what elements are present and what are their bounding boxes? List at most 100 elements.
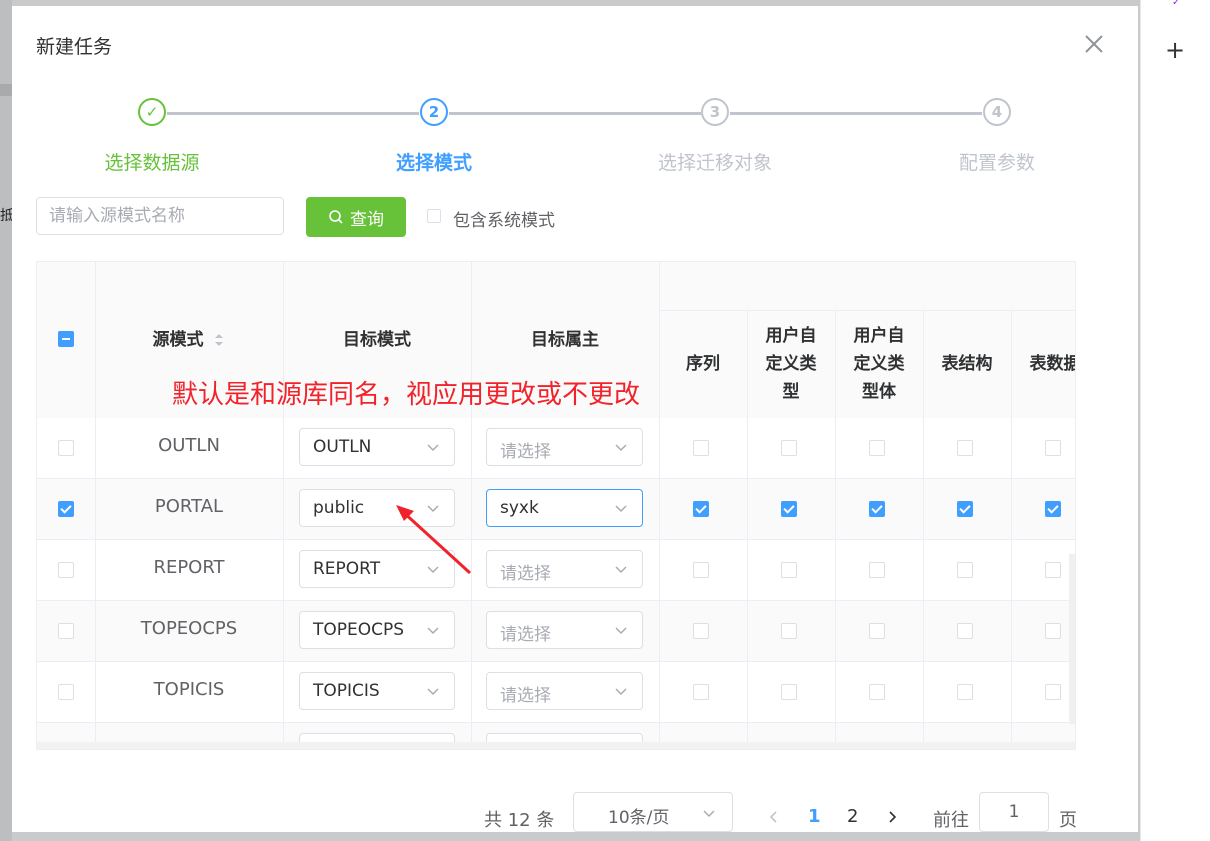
target-schema-value: OUTLN: [313, 437, 372, 457]
row-select-checkbox[interactable]: [58, 501, 74, 517]
query-button[interactable]: 查询: [306, 197, 406, 237]
target-owner-placeholder: 请选择: [500, 442, 551, 462]
object-type-checkbox[interactable]: [693, 623, 709, 639]
step-2-number: 2: [420, 98, 448, 126]
schema-search-input[interactable]: [36, 197, 284, 235]
prev-page-icon[interactable]: [767, 810, 781, 824]
right-side-panel: [1140, 0, 1210, 841]
row-select-checkbox[interactable]: [58, 623, 74, 639]
row-select-checkbox[interactable]: [58, 562, 74, 578]
column-divider: [923, 310, 924, 749]
target-owner-select[interactable]: 请选择: [486, 550, 643, 588]
table-horizontal-scrollbar[interactable]: [37, 742, 1075, 749]
target-owner-placeholder: 请选择: [500, 564, 551, 584]
column-divider: [659, 262, 660, 749]
object-type-checkbox[interactable]: [1045, 562, 1061, 578]
object-type-checkbox[interactable]: [957, 562, 973, 578]
object-type-checkbox[interactable]: [693, 562, 709, 578]
query-button-label: 查询: [350, 209, 384, 230]
column-divider: [283, 262, 284, 749]
goto-label: 前往: [933, 810, 969, 831]
chevron-down-icon: [615, 688, 627, 696]
step-1-title: 选择数据源: [104, 152, 200, 174]
header-table-structure: 表结构: [941, 354, 993, 374]
page-size-select[interactable]: 10条/页: [573, 792, 733, 832]
target-owner-placeholder: 请选择: [500, 625, 551, 645]
target-owner-select[interactable]: syxk: [486, 489, 643, 527]
target-schema-value: REPORT: [313, 559, 381, 579]
row-select-checkbox[interactable]: [58, 684, 74, 700]
table-row: OUTLN OUTLN 请选择: [37, 418, 1075, 479]
chevron-down-icon: [427, 444, 439, 452]
object-type-checkbox[interactable]: [1045, 501, 1061, 517]
target-owner-select[interactable]: 请选择: [486, 611, 643, 649]
step-3-title: 选择迁移对象: [657, 152, 772, 174]
object-type-checkbox[interactable]: [693, 440, 709, 456]
object-type-checkbox[interactable]: [693, 501, 709, 517]
page-number-2[interactable]: 2: [847, 806, 858, 827]
select-all-checkbox[interactable]: [58, 331, 74, 347]
column-divider: [95, 262, 96, 749]
target-schema-value: TOPICIS: [313, 681, 380, 701]
plus-icon[interactable]: +: [1163, 38, 1187, 62]
annotation-note: 默认是和源库同名，视应用更改或不更改: [172, 380, 641, 410]
target-schema-select[interactable]: TOPEOCPS: [299, 611, 455, 649]
object-type-checkbox[interactable]: [957, 501, 973, 517]
page-number-1[interactable]: 1: [808, 806, 821, 827]
object-type-checkbox[interactable]: [869, 623, 885, 639]
object-type-checkbox[interactable]: [693, 684, 709, 700]
table-row: TOPEOCPS TOPEOCPS 请选择: [37, 601, 1075, 662]
source-schema-cell: PORTAL: [154, 496, 224, 517]
header-target-schema: 目标模式: [343, 330, 411, 350]
step-connector: [449, 112, 701, 115]
object-type-checkbox[interactable]: [957, 440, 973, 456]
step-4-number: 4: [983, 98, 1011, 126]
pagination-total: 共 12 条: [484, 810, 555, 831]
annotation-arrow-icon: [396, 505, 472, 575]
header-sequence: 序列: [686, 354, 720, 374]
column-divider: [747, 310, 748, 749]
object-type-checkbox[interactable]: [781, 684, 797, 700]
target-schema-select[interactable]: OUTLN: [299, 428, 455, 466]
target-schema-select[interactable]: TOPICIS: [299, 672, 455, 710]
sort-icon[interactable]: [213, 331, 225, 349]
new-task-dialog: 新建任务 ✓ 2 3 4 选择数据源 选择模式 选择迁移对象 配置参数 查询 包…: [12, 6, 1138, 832]
object-type-checkbox[interactable]: [957, 684, 973, 700]
source-schema-cell: REPORT: [153, 557, 225, 578]
goto-page-input[interactable]: [979, 792, 1049, 832]
header-user-defined-type: 用户自 定义类 型: [765, 326, 817, 402]
chevron-down-icon: [615, 627, 627, 635]
step-connector: [167, 112, 419, 115]
next-page-icon[interactable]: [885, 810, 899, 824]
object-type-checkbox[interactable]: [1045, 440, 1061, 456]
step-4-title: 配置参数: [958, 152, 1035, 174]
object-type-checkbox[interactable]: [781, 501, 797, 517]
chevron-down-icon: [615, 505, 627, 513]
column-divider: [835, 310, 836, 749]
object-type-checkbox[interactable]: [781, 440, 797, 456]
object-type-checkbox[interactable]: [1045, 623, 1061, 639]
target-schema-value: TOPEOCPS: [313, 620, 405, 640]
row-select-checkbox[interactable]: [58, 440, 74, 456]
object-type-checkbox[interactable]: [781, 623, 797, 639]
include-system-schema-checkbox[interactable]: [427, 209, 441, 223]
include-system-schema-label: 包含系统模式: [453, 211, 555, 231]
step-connector: [730, 112, 982, 115]
target-owner-select[interactable]: 请选择: [486, 428, 643, 466]
table-vertical-scrollbar[interactable]: [1069, 554, 1075, 724]
chevron-down-icon: [615, 566, 627, 574]
target-owner-select[interactable]: 请选择: [486, 672, 643, 710]
header-source-schema[interactable]: 源模式: [95, 326, 283, 354]
close-icon[interactable]: [1082, 32, 1106, 56]
object-type-checkbox[interactable]: [869, 684, 885, 700]
object-type-checkbox[interactable]: [869, 440, 885, 456]
chevron-down-icon: [615, 444, 627, 452]
source-schema-cell: TOPEOCPS: [140, 618, 238, 639]
object-type-checkbox[interactable]: [781, 562, 797, 578]
object-type-checkbox[interactable]: [1045, 684, 1061, 700]
object-type-checkbox[interactable]: [957, 623, 973, 639]
object-type-checkbox[interactable]: [869, 501, 885, 517]
object-type-checkbox[interactable]: [869, 562, 885, 578]
target-schema-value: public: [313, 498, 365, 518]
schema-table: 源模式 目标模式 目标属主 序列 用户自 定义类 型 用户自 定义类 型体 表结…: [36, 261, 1076, 750]
